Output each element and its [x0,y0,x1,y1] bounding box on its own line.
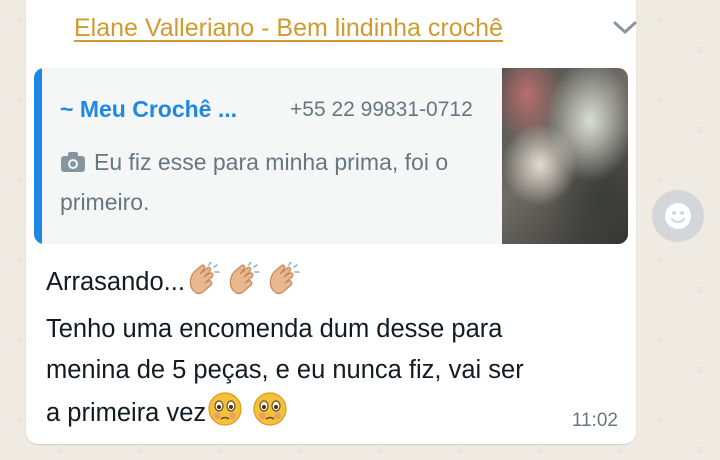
quoted-message[interactable]: ~ Meu Crochê ... +55 22 99831-0712 Eu fi… [34,68,628,244]
face-holding-back-tears-emoji [206,391,244,440]
camera-icon [61,152,85,172]
message-line-4: a primeira vez [46,391,616,440]
message-text: Arrasando... Tenho uma encomenda dum des… [46,261,616,440]
quoted-text: Eu fiz esse para minha prima, foi o prim… [60,142,500,222]
quote-accent-bar [34,68,42,244]
message-menu-button[interactable] [610,16,640,40]
message-line-1-text: Arrasando... [46,268,185,296]
message-line-2: Tenho uma encomenda dum desse para [46,315,503,343]
react-button[interactable] [652,190,704,242]
face-holding-back-tears-emoji [251,391,289,440]
message-line-4-text: a primeira vez [46,399,207,427]
message-line-1: Arrasando... [46,261,616,309]
quoted-text-content: Eu fiz esse para minha prima, foi o prim… [60,149,449,215]
clapping-hands-emoji [265,261,305,309]
message-line-3: menina de 5 peças, e eu nunca fiz, vai s… [46,356,524,384]
quoted-phone: +55 22 99831-0712 [290,98,473,121]
clapping-hands-emoji [185,261,225,309]
emoji-smile-icon [665,203,691,229]
quoted-image-thumbnail[interactable] [502,68,628,244]
message-timestamp: 11:02 [571,410,618,431]
clapping-hands-emoji [225,261,265,309]
quoted-author: ~ Meu Crochê ... [60,96,238,122]
chevron-down-icon [613,21,637,35]
sender-name[interactable]: Elane Valleriano - Bem lindinha crochê [74,14,503,43]
